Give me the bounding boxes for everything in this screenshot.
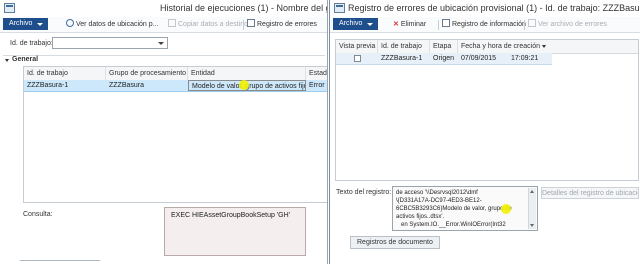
log-text-label: Texto del registro: bbox=[336, 189, 392, 196]
sort-arrow-icon bbox=[542, 45, 546, 48]
right-window-title: Registro de errores de ubicación provisi… bbox=[348, 3, 640, 13]
view-error-file-button[interactable]: Ver archivo de errores bbox=[528, 19, 607, 30]
table-row[interactable]: ZZZBasura-1 Origen 07/09/2015 17:09:21 bbox=[336, 53, 552, 65]
row-job-id: ZZZBasura-1 bbox=[381, 55, 423, 62]
document-icon bbox=[247, 19, 255, 27]
query-label: Consulta: bbox=[23, 211, 53, 218]
file-icon bbox=[528, 19, 536, 27]
general-section-title: General bbox=[12, 56, 39, 63]
scroll-up-icon[interactable] bbox=[530, 190, 534, 193]
log-line: en System.IO.__Error.WinIOError(Int32 bbox=[401, 222, 506, 228]
log-details-button[interactable]: Detalles del registro de ubicació bbox=[541, 187, 639, 199]
left-window-title: Historial de ejecuciones (1) - Nombre de… bbox=[160, 3, 328, 13]
archivo-menu-button[interactable]: Archivo bbox=[3, 18, 49, 30]
query-text: EXEC HIEAssetGroupBookSetup 'GH' bbox=[171, 212, 291, 219]
run-history-grid: Id. de trabajo Grupo de procesamiento En… bbox=[23, 66, 327, 203]
column-header-processing-group[interactable]: Grupo de procesamiento bbox=[106, 67, 188, 80]
toolbar-separator bbox=[438, 20, 439, 30]
left-title-bar: Historial de ejecuciones (1) - Nombre de… bbox=[0, 0, 327, 17]
row-created-date: 07/09/2015 bbox=[461, 55, 497, 62]
cursor-highlight bbox=[239, 80, 249, 90]
query-textbox[interactable]: EXEC HIEAssetGroupBookSetup 'GH' bbox=[164, 207, 306, 256]
job-id-dropdown[interactable] bbox=[52, 37, 168, 49]
log-line: \{D331A17A-DC97-4ED3-BE12- bbox=[396, 198, 482, 204]
document-icon bbox=[442, 19, 450, 27]
table-row[interactable]: ZZZBasura-1 ZZZBasura Modelo de valor, g… bbox=[24, 80, 327, 92]
left-toolbar: Archivo Ver datos de ubicación p... Copi… bbox=[0, 17, 327, 33]
preview-checkbox[interactable] bbox=[354, 55, 361, 62]
copy-icon bbox=[168, 19, 176, 27]
delete-label: Eliminar bbox=[400, 21, 427, 28]
view-location-data-label: Ver datos de ubicación p... bbox=[76, 21, 159, 28]
log-line: de acceso '\\Desrvsql2012\dmf bbox=[396, 190, 478, 196]
collapse-icon bbox=[5, 59, 9, 62]
app-icon bbox=[4, 3, 15, 13]
grid-header: Vista previa Id. de trabajo Etapa Fecha … bbox=[336, 40, 638, 54]
error-log-button[interactable]: Registro de errores bbox=[247, 19, 317, 30]
cursor-highlight bbox=[501, 204, 511, 214]
chevron-down-icon bbox=[158, 42, 164, 45]
column-header-job-id[interactable]: Id. de trabajo bbox=[378, 40, 430, 53]
section-divider bbox=[3, 55, 325, 56]
scrollbar[interactable] bbox=[528, 188, 536, 229]
column-header-status[interactable]: Estado bbox=[306, 67, 327, 80]
registros-documento-tab[interactable]: Registros de documento bbox=[350, 236, 440, 249]
delete-button[interactable]: ✕ Eliminar bbox=[393, 19, 426, 30]
column-header-entity[interactable]: Entidad bbox=[188, 67, 306, 80]
info-log-label: Registro de información bbox=[452, 21, 526, 28]
binoculars-icon bbox=[66, 19, 74, 27]
copy-to-destination-button[interactable]: Copiar datos a destino bbox=[168, 19, 248, 30]
log-textbox[interactable]: de acceso '\\Desrvsql2012\dmf \{D331A17A… bbox=[392, 186, 538, 231]
grid-header: Id. de trabajo Grupo de procesamiento En… bbox=[24, 67, 327, 81]
toolbar-separator bbox=[524, 20, 525, 30]
toolbar-separator bbox=[243, 20, 244, 30]
error-log-grid: Vista previa Id. de trabajo Etapa Fecha … bbox=[335, 39, 639, 181]
row-status: Error bbox=[309, 82, 325, 89]
row-created-time: 17:09:21 bbox=[511, 55, 539, 62]
view-error-file-label: Ver archivo de errores bbox=[538, 21, 607, 28]
right-title-bar: Registro de errores de ubicación provisi… bbox=[330, 0, 640, 17]
run-history-window: Historial de ejecuciones (1) - Nombre de… bbox=[0, 0, 328, 264]
staging-error-log-window: Registro de errores de ubicación provisi… bbox=[329, 0, 640, 264]
column-header-stage[interactable]: Etapa bbox=[430, 40, 458, 53]
info-log-button[interactable]: Registro de información bbox=[442, 19, 526, 30]
row-processing-group: ZZZBasura bbox=[109, 82, 145, 89]
column-header-job-id[interactable]: Id. de trabajo bbox=[24, 67, 106, 80]
copy-to-destination-label: Copiar datos a destino bbox=[178, 21, 249, 28]
error-log-label: Registro de errores bbox=[257, 21, 317, 28]
log-line: activos fijos..dtsx'. bbox=[396, 214, 445, 220]
job-id-label: Id. de trabajo: bbox=[10, 40, 53, 47]
view-location-data-button[interactable]: Ver datos de ubicación p... bbox=[66, 19, 159, 30]
next-section-edge bbox=[20, 260, 100, 264]
column-header-preview[interactable]: Vista previa bbox=[336, 40, 378, 53]
column-header-created[interactable]: Fecha y hora de creación bbox=[458, 40, 552, 53]
log-line: 6CBC5B3293C6}Modelo de valor, grupo de bbox=[396, 206, 512, 212]
row-stage: Origen bbox=[433, 55, 455, 62]
scroll-down-icon[interactable] bbox=[530, 224, 534, 227]
right-toolbar: Archivo ✕ Eliminar Registro de informació… bbox=[330, 17, 640, 33]
app-icon bbox=[334, 3, 345, 13]
delete-x-icon: ✕ bbox=[393, 21, 399, 28]
row-job-id: ZZZBasura-1 bbox=[27, 82, 69, 89]
archivo-menu-button[interactable]: Archivo bbox=[333, 18, 379, 30]
